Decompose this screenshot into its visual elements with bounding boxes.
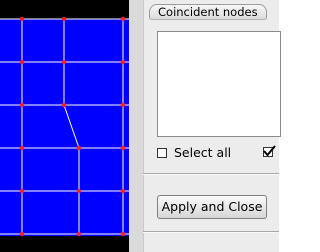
mesh-node (61, 102, 67, 108)
apply-and-close-button[interactable]: Apply and Close (157, 195, 267, 219)
separator (143, 173, 279, 175)
mesh-node (19, 102, 25, 108)
mesh-node (76, 145, 82, 151)
mesh-viewport[interactable] (0, 0, 129, 252)
select-all-checkbox[interactable] (157, 148, 167, 158)
mesh-node (61, 59, 67, 65)
coincident-nodes-group-title: Coincident nodes (149, 4, 267, 20)
coincident-nodes-panel: Coincident nodes Select all Apply and Cl… (129, 0, 281, 252)
mesh-node (19, 59, 25, 65)
mesh-canvas[interactable] (0, 0, 129, 252)
mesh-node (120, 102, 126, 108)
mesh-node (61, 16, 67, 22)
mesh-node (19, 145, 25, 151)
mesh-node (120, 16, 126, 22)
separator (143, 231, 279, 233)
mesh-node (19, 188, 25, 194)
mesh-node (120, 59, 126, 65)
mesh-node (76, 231, 82, 237)
panel-splitter[interactable] (129, 0, 144, 252)
coincident-nodes-list[interactable] (157, 31, 281, 137)
checkmark-icon (263, 145, 276, 157)
select-all-label[interactable]: Select all (174, 145, 231, 161)
mesh-node (120, 188, 126, 194)
mesh-node (19, 231, 25, 237)
mesh-node (120, 231, 126, 237)
mesh-node (120, 145, 126, 151)
second-checkbox[interactable] (263, 145, 276, 157)
mesh-node (19, 16, 25, 22)
mesh-node (76, 188, 82, 194)
